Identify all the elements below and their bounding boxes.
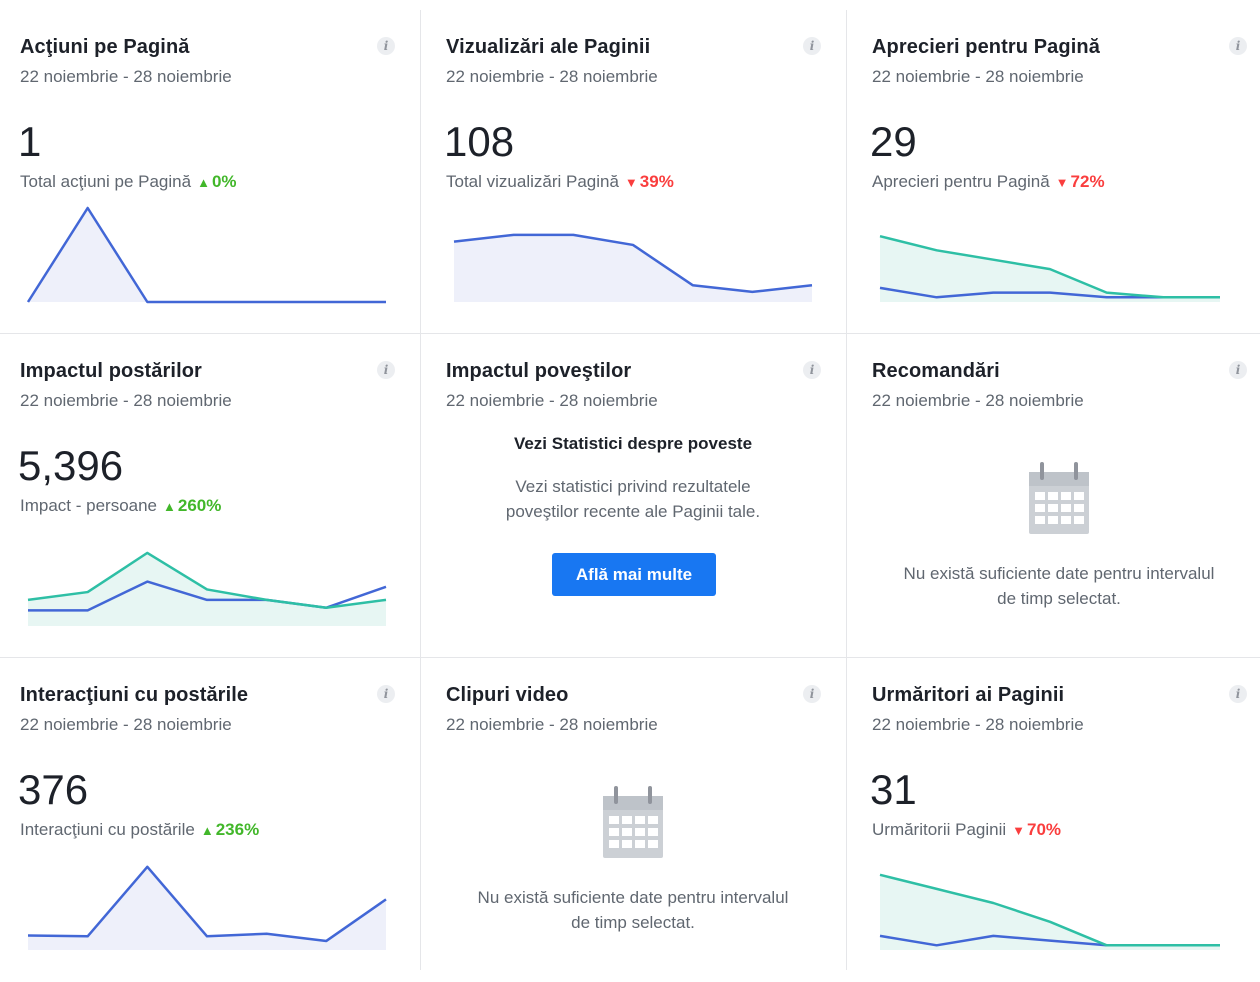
empty-message: Nu există suficiente date pentru interva… [879, 561, 1239, 611]
date-range: 22 noiembrie - 28 noiembrie [872, 715, 1084, 734]
metric-label-text: Aprecieri pentru Pagină [872, 172, 1050, 191]
metric-label-text: Impact - persoane [20, 496, 158, 515]
date-range: 22 noiembrie - 28 noiembrie [446, 67, 658, 86]
empty-message-line: de timp selectat. [571, 913, 695, 932]
sparkline-chart [879, 234, 1220, 302]
info-icon[interactable]: i [803, 37, 821, 55]
metric-label-text: Total vizualizări Pagină [446, 172, 619, 191]
metric-label-text: Total acţiuni pe Pagină [20, 172, 192, 191]
date-range: 22 noiembrie - 28 noiembrie [446, 391, 658, 410]
info-icon[interactable]: i [1229, 685, 1247, 703]
card-page-views[interactable]: Vizualizări ale Paginii 22 noiembrie - 2… [426, 10, 852, 334]
date-range: 22 noiembrie - 28 noiembrie [872, 67, 1084, 86]
empty-message-line: Nu există suficiente date pentru interva… [477, 888, 789, 907]
date-range: 22 noiembrie - 28 noiembrie [20, 67, 232, 86]
metric-value: 108 [444, 118, 515, 165]
card-title: Impactul poveştilor [446, 360, 632, 382]
info-icon[interactable]: i [377, 37, 395, 55]
card-title: Interacţiuni cu postările [20, 684, 249, 706]
up-arrow-icon: ▲ [197, 175, 210, 190]
card-title: Clipuri video [446, 684, 569, 706]
date-range: 22 noiembrie - 28 noiembrie [446, 715, 658, 734]
learn-more-button[interactable]: Află mai multe [552, 553, 716, 596]
metric-value: 376 [18, 766, 89, 813]
story-promo-title: Vezi Statistici despre poveste [513, 434, 753, 453]
change-percent: 0% [211, 172, 237, 191]
date-range: 22 noiembrie - 28 noiembrie [20, 391, 232, 410]
up-arrow-icon: ▲ [200, 823, 214, 838]
down-arrow-icon: ▼ [1012, 823, 1026, 838]
card-title: Acţiuni pe Pagină [20, 36, 190, 58]
sparkline-area [28, 208, 386, 302]
info-icon[interactable]: i [803, 685, 821, 703]
metric-label: Total vizualizări Pagină ▼ 39% [446, 172, 674, 192]
metric-value: 29 [870, 118, 917, 165]
change-percent: 236% [215, 820, 260, 839]
metric-value: 31 [870, 766, 917, 813]
sparkline-chart [879, 873, 1220, 950]
info-icon[interactable]: i [1229, 361, 1247, 379]
card-post-reach[interactable]: Impactul postărilor 22 noiembrie - 28 no… [0, 334, 426, 658]
info-icon[interactable]: i [803, 361, 821, 379]
metric-value: 5,396 [18, 442, 124, 489]
metric-label: Aprecieri pentru Pagină ▼ 72% [872, 172, 1105, 192]
change-percent: 72% [1070, 172, 1105, 191]
card-title: Vizualizări ale Paginii [446, 36, 651, 58]
empty-message: Nu există suficiente date pentru interva… [453, 885, 813, 935]
story-promo-text-line: Vezi statistici privind rezultatele [515, 477, 751, 496]
sparkline-chart [27, 551, 387, 626]
sparkline-area [880, 874, 1220, 950]
calendar-icon [1029, 462, 1089, 534]
sparkline-series-primary [27, 865, 387, 943]
card-page-followers[interactable]: Urmăritori ai Paginii 22 noiembrie - 28 … [852, 658, 1260, 982]
sparkline-chart [453, 233, 813, 302]
empty-state: Nu există suficiente date pentru interva… [846, 462, 1260, 611]
down-arrow-icon: ▼ [1055, 175, 1069, 190]
metric-label: Interacţiuni cu postările ▲ 236% [20, 820, 259, 840]
card-title: Urmăritori ai Paginii [872, 684, 1065, 706]
metric-label-text: Interacţiuni cu postările [20, 820, 195, 839]
story-promo-text-line: poveştilor recente ale Paginii tale. [505, 502, 761, 521]
change-percent: 260% [177, 496, 222, 515]
metric-label: Total acţiuni pe Pagină ▲ 0% [20, 172, 237, 192]
card-title: Aprecieri pentru Pagină [872, 36, 1100, 58]
info-icon[interactable]: i [377, 361, 395, 379]
card-title: Impactul postărilor [20, 360, 202, 382]
calendar-icon [603, 786, 663, 858]
card-page-likes[interactable]: Aprecieri pentru Pagină 22 noiembrie - 2… [852, 10, 1260, 334]
info-icon[interactable]: i [377, 685, 395, 703]
empty-message-line: Nu există suficiente date pentru interva… [903, 564, 1215, 583]
metric-label: Impact - persoane ▲ 260% [20, 496, 221, 516]
card-post-engagement[interactable]: Interacţiuni cu postările 22 noiembrie -… [0, 658, 426, 982]
down-arrow-icon: ▼ [624, 175, 638, 190]
change-percent: 39% [639, 172, 674, 191]
info-icon[interactable]: i [1229, 37, 1247, 55]
story-promo-text: Vezi statistici privind rezultatele pove… [420, 474, 846, 524]
up-arrow-icon: ▲ [163, 499, 176, 514]
sparkline-chart [27, 865, 387, 950]
change-percent: 70% [1027, 820, 1062, 839]
metric-label: Urmăritorii Paginii ▼ 70% [872, 820, 1061, 840]
metric-label-text: Urmăritorii Paginii [872, 820, 1007, 839]
date-range: 22 noiembrie - 28 noiembrie [872, 391, 1084, 410]
empty-message-line: de timp selectat. [997, 589, 1121, 608]
card-page-actions[interactable]: Acţiuni pe Pagină 22 noiembrie - 28 noie… [0, 10, 426, 334]
date-range: 22 noiembrie - 28 noiembrie [20, 715, 232, 734]
card-title: Recomandări [872, 360, 1000, 382]
sparkline-chart [26, 206, 386, 304]
metric-value: 1 [18, 118, 42, 165]
empty-state: Nu există suficiente date pentru interva… [420, 786, 846, 935]
